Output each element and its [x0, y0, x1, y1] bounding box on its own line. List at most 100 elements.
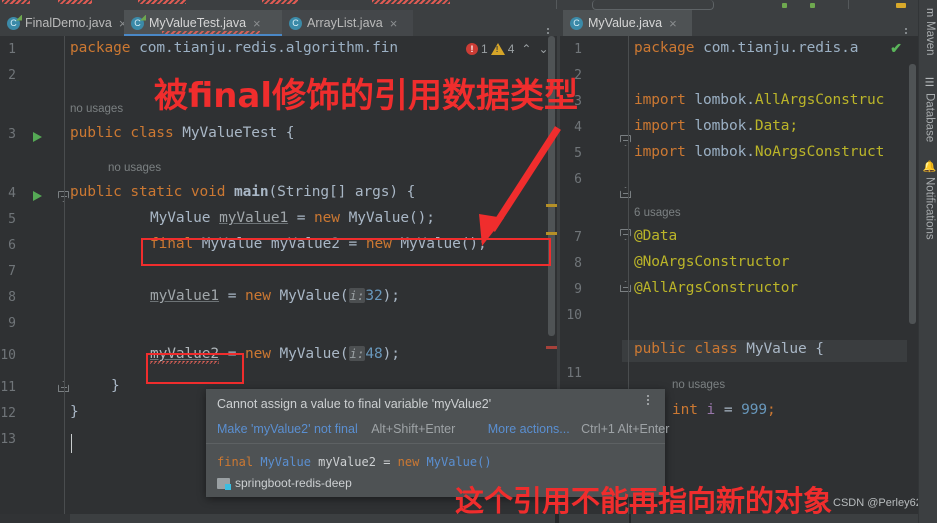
sidebar-item-database[interactable]: ☰ Database: [923, 76, 936, 142]
popup-actions-row: Make 'myValue2' not final Alt+Shift+Ente…: [217, 420, 669, 438]
inspection-widget[interactable]: ! 1 4 ⌃ ⌄: [466, 42, 549, 56]
field-i: i: [706, 402, 716, 418]
right-editor-scrollbar[interactable]: [907, 36, 918, 523]
inspection-ok-icon[interactable]: ✔: [890, 40, 902, 57]
fold-toggle-icon[interactable]: [620, 281, 631, 292]
package-path: lombok.: [694, 144, 755, 160]
fold-toggle-icon[interactable]: [620, 135, 631, 146]
code-line-7: @Data: [634, 228, 677, 244]
error-marker[interactable]: [546, 346, 557, 349]
warning-count-icon: [490, 43, 505, 55]
popup-module-name: springboot-redis-deep: [235, 476, 352, 490]
line-number: 9: [574, 282, 582, 297]
left-editor-gutter[interactable]: 1 2 3 4 5 6 7 8 9 10 11 12 13: [0, 36, 69, 523]
close-icon[interactable]: ×: [390, 17, 398, 30]
line-number: 3: [8, 127, 16, 142]
previous-problem-icon[interactable]: ⌃: [521, 42, 531, 56]
popup-message: Cannot assign a value to final variable …: [217, 397, 492, 411]
semicolon: ;: [766, 402, 776, 418]
warning-marker[interactable]: [546, 204, 557, 207]
main-toolbar-sliver: [0, 0, 937, 10]
code-line-3: import lombok.AllArgsConstruc: [634, 92, 884, 108]
line-number: 4: [574, 120, 582, 135]
close-icon[interactable]: ×: [669, 17, 677, 30]
warning-marker[interactable]: [546, 232, 557, 235]
error-count-icon: !: [466, 43, 478, 55]
parameter-hint: i:: [348, 346, 366, 361]
class-name: MyValueTest: [182, 125, 278, 141]
keyword-class: class: [130, 125, 174, 141]
right-tool-window-bar[interactable]: m Maven ☰ Database 🔔 Notifications: [918, 0, 937, 523]
close-icon[interactable]: ×: [253, 17, 261, 30]
maven-icon: m: [924, 8, 936, 18]
line-number: 7: [574, 230, 582, 245]
make-not-final-action[interactable]: Make 'myValue2' not final: [217, 422, 358, 436]
code-line-9: @AllArgsConstructor: [634, 280, 798, 296]
keyword-new: new: [314, 210, 340, 226]
line-number: 13: [0, 432, 16, 447]
make-not-final-shortcut: Alt+Shift+Enter: [371, 422, 456, 436]
run-button-icon[interactable]: [782, 3, 787, 8]
fold-toggle-icon[interactable]: [620, 187, 631, 198]
usage-hint: no usages: [70, 103, 124, 115]
code-line-4: import lombok.Data;: [634, 118, 798, 134]
status-divider: [629, 514, 631, 523]
code-line-3: public class MyValueTest {: [70, 125, 295, 141]
more-actions-link[interactable]: More actions...: [488, 422, 570, 436]
sidebar-item-notifications[interactable]: 🔔 Notifications: [923, 160, 936, 240]
usage-hint: no usages: [672, 379, 726, 391]
debug-button-icon[interactable]: [810, 3, 815, 8]
keyword-new: new: [397, 455, 420, 469]
toolbar-squiggle: [262, 0, 298, 4]
imported-class: Data;: [754, 118, 798, 134]
right-editor-tabbar: MyValue.java ×: [560, 10, 918, 38]
fold-toggle-icon[interactable]: [620, 229, 631, 240]
imported-class: NoArgsConstruct: [754, 144, 885, 160]
tab-myvaluetest[interactable]: MyValueTest.java ×: [124, 10, 282, 36]
constructor-close: );: [382, 346, 400, 362]
toolbar-squiggle: [2, 0, 30, 4]
operator: =: [723, 402, 733, 418]
run-gutter-icon[interactable]: [33, 191, 42, 201]
popup-code-preview: final MyValue myValue2 = new MyValue(): [217, 455, 492, 469]
popup-overflow-menu[interactable]: [647, 395, 649, 405]
run-config-selector[interactable]: [592, 0, 714, 10]
keyword-import: import: [634, 118, 686, 134]
annotation-top-note: 被final修饰的引用数据类型: [154, 76, 579, 116]
toolbar-squiggle: [58, 0, 92, 4]
keyword-static: static: [130, 184, 183, 200]
literal-number: 48: [365, 346, 383, 362]
left-editor-tabbar: FinalDemo.java × MyValueTest.java × Arra…: [0, 10, 560, 38]
usage-hint: no usages: [108, 162, 162, 174]
watermark: CSDN @Perley620: [833, 497, 928, 509]
tab-label: MyValue.java: [588, 16, 663, 30]
next-problem-icon[interactable]: ⌄: [538, 42, 548, 56]
type-myvalue: MyValue: [260, 455, 311, 469]
sidebar-item-maven[interactable]: m Maven: [924, 8, 936, 56]
bottom-status-strip: [0, 514, 937, 523]
sidebar-item-label: Notifications: [923, 177, 936, 241]
line-number: 5: [8, 212, 16, 227]
tab-myvalue[interactable]: MyValue.java ×: [563, 10, 692, 36]
bell-icon: 🔔: [923, 160, 935, 174]
annotation-data: @Data: [634, 228, 678, 244]
tab-arraylist[interactable]: ArrayList.java ×: [282, 10, 413, 36]
scrollbar-thumb[interactable]: [909, 64, 916, 324]
keyword-import: import: [634, 92, 686, 108]
keyword-void: void: [190, 184, 226, 200]
method-name: main: [234, 184, 269, 200]
line-number: 6: [574, 172, 582, 187]
code-line-8: @NoArgsConstructor: [634, 254, 789, 270]
popup-module-row: springboot-redis-deep: [217, 476, 352, 490]
constructor-close: );: [382, 288, 400, 304]
tab-finaldemo[interactable]: FinalDemo.java ×: [0, 10, 126, 36]
highlight-box-myvalue2-assignment: [146, 353, 244, 384]
constructor-call: MyValue(): [419, 455, 492, 469]
code-line-1: package com.tianju.redis.algorithm.fin: [70, 40, 398, 56]
run-gutter-icon[interactable]: [33, 132, 42, 142]
brace: {: [285, 125, 295, 141]
status-segment: [71, 514, 937, 523]
search-everywhere-icon[interactable]: [896, 3, 906, 8]
toolbar-squiggle: [372, 0, 450, 4]
line-number: 1: [574, 42, 582, 57]
